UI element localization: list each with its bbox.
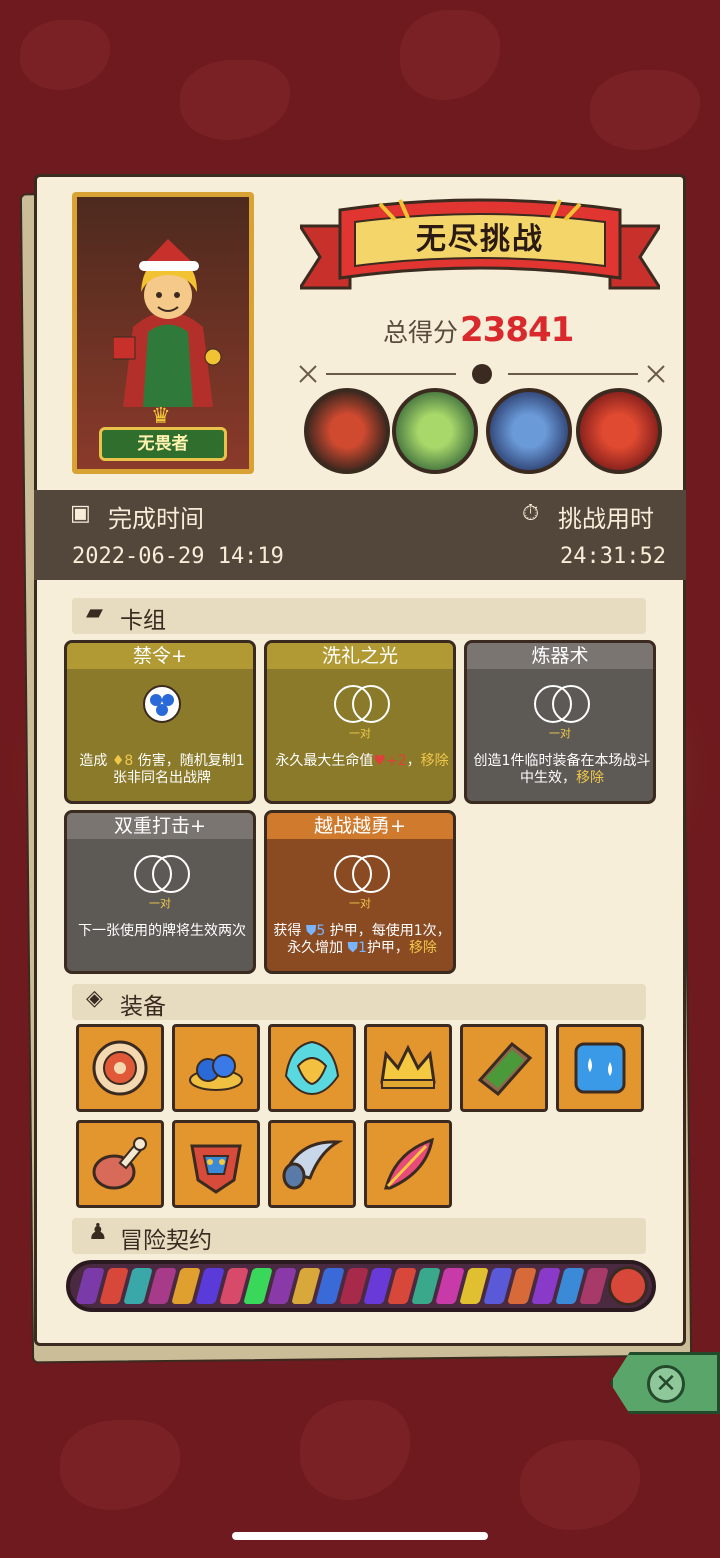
water-cube-icon[interactable] [556,1024,644,1112]
pair-rings-icon [534,685,590,723]
moss-tablet-icon[interactable] [460,1024,548,1112]
deck-card[interactable]: 越战越勇+ 一对 获得 ⛊5 护甲，每使用1次，永久增加 ⛊1护甲，移除 [264,810,456,974]
character-name: 无畏者 [99,427,227,461]
card-name: 禁令+ [67,643,253,669]
blue-berries-icon[interactable] [172,1024,260,1112]
deck-title: 卡组 [120,608,166,634]
boss-icon-1 [304,388,390,474]
character-portrait: ♛ 无畏者 [72,192,254,474]
card-name: 越战越勇+ [267,813,453,839]
contract-strip[interactable] [66,1260,656,1312]
cards-icon: ▰ [86,600,103,625]
card-name: 洗礼之光 [267,643,453,669]
completed-label: 完成时间 [108,505,204,533]
fire-feather-icon[interactable] [364,1120,452,1208]
pair-label: 一对 [349,727,371,740]
mode-title: 无尽挑战 [416,222,544,257]
crown-icon[interactable] [364,1024,452,1112]
close-icon: ✕ [647,1365,685,1403]
deck-card[interactable]: 双重打击+ 一对 下一张使用的牌将生效两次 [64,810,256,974]
score-label: 总得分 [383,318,459,347]
crown-icon: ♛ [151,404,171,429]
completed-value: 2022-06-29 14:19 [72,544,284,569]
background-shape [520,1440,640,1530]
home-indicator[interactable] [232,1532,488,1540]
score-value: 23841 [460,310,574,350]
calendar-icon: ▣ [70,501,91,526]
flame-mask-icon[interactable] [268,1024,356,1112]
stopwatch-icon: ⏱ [522,501,540,526]
person-icon: ♟ [88,1220,108,1245]
close-button[interactable]: ✕ [610,1352,720,1414]
tribal-mask-icon[interactable] [172,1120,260,1208]
character-art [113,239,222,407]
deck-card[interactable]: 禁令+ 造成 ♦8 伤害，随机复制1张非同名出战牌 [64,640,256,804]
boss-icon-2 [392,388,478,474]
background-shape [300,1400,410,1500]
boss-divider [299,364,665,384]
pair-label: 一对 [149,897,171,910]
duration-value: 24:31:52 [560,544,666,569]
card-name: 炼器术 [467,643,653,669]
pair-rings-icon [334,685,390,723]
horn-icon[interactable] [268,1120,356,1208]
contract-face-icon [608,1266,648,1306]
card-name: 双重打击+ [67,813,253,839]
deck-card[interactable]: 洗礼之光 一对 永久最大生命值♥+2，移除 [264,640,456,804]
pair-label: 一对 [549,727,571,740]
background-shape [180,60,290,140]
duration-label: 挑战用时 [558,505,654,533]
background-shape [590,70,700,150]
cube-icon: ◈ [86,986,103,1011]
boss-icon-3 [486,388,572,474]
skill-orb-icon [143,685,181,723]
equipment-title: 装备 [120,994,166,1020]
pair-rings-icon [334,855,390,893]
total-score: 总得分23841 [383,310,574,350]
shield-disc-icon[interactable] [76,1024,164,1112]
contract-title: 冒险契约 [120,1228,212,1254]
pair-label: 一对 [349,897,371,910]
background-shape [60,1420,180,1510]
pair-rings-icon [134,855,190,893]
background-shape [400,10,500,100]
background-shape [20,20,110,90]
boss-icon-4 [576,388,662,474]
meat-leg-icon[interactable] [76,1120,164,1208]
deck-card[interactable]: 炼器术 一对 创造1件临时装备在本场战斗中生效，移除 [464,640,656,804]
